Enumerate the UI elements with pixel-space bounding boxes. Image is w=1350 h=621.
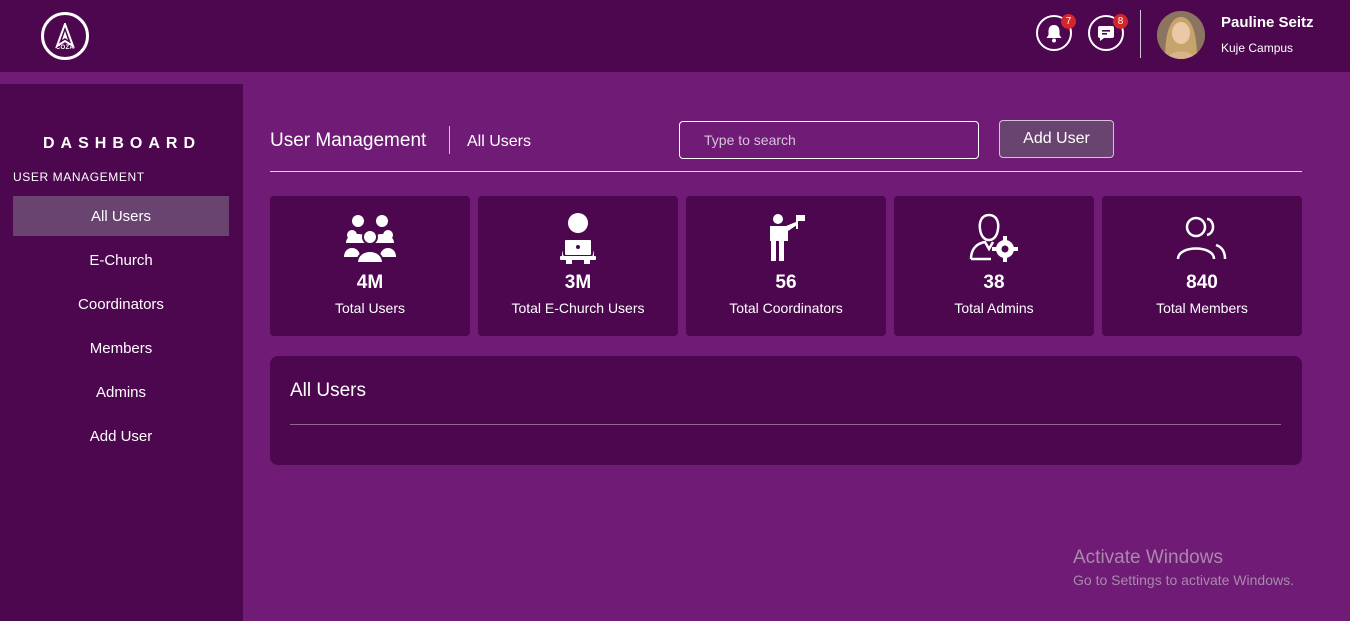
notifications-badge: 7 xyxy=(1061,14,1076,29)
page-subtitle: All Users xyxy=(467,133,532,150)
header-rule xyxy=(270,171,1302,172)
stat-value: 56 xyxy=(775,272,797,293)
title-divider xyxy=(449,126,450,154)
stat-card-total-admins[interactable]: 38 Total Admins xyxy=(894,196,1094,336)
sidebar-section-label: USER MANAGEMENT xyxy=(13,170,145,184)
sidebar-item-add-user[interactable]: Add User xyxy=(13,416,229,456)
stat-card-total-e-church-users[interactable]: 3M Total E-Church Users xyxy=(478,196,678,336)
stats-cards: 4M Total Users 3M Total E-Church Users 5… xyxy=(270,196,1302,336)
stat-label: Total Members xyxy=(1156,300,1248,316)
activate-windows-subtitle: Go to Settings to activate Windows. xyxy=(1073,572,1294,588)
stat-card-total-coordinators[interactable]: 56 Total Coordinators xyxy=(686,196,886,336)
stat-label: Total E-Church Users xyxy=(511,300,645,316)
message-icon xyxy=(1098,26,1114,41)
person-flag-icon xyxy=(760,212,812,264)
add-user-button[interactable]: Add User xyxy=(999,120,1114,158)
header-divider xyxy=(1140,10,1141,58)
notifications-button[interactable]: 7 xyxy=(1036,14,1076,51)
laptop-user-icon xyxy=(552,212,604,264)
stat-label: Total Coordinators xyxy=(729,300,843,316)
activate-windows-title: Activate Windows xyxy=(1073,547,1223,568)
stat-card-total-members[interactable]: 840 Total Members xyxy=(1102,196,1302,336)
stat-label: Total Users xyxy=(334,300,406,316)
messages-button[interactable]: 8 xyxy=(1088,14,1128,51)
stat-value: 3M xyxy=(564,272,592,293)
sidebar-item-admins[interactable]: Admins xyxy=(13,372,229,412)
users-group-icon xyxy=(344,212,396,264)
bell-icon xyxy=(1046,25,1062,43)
sidebar-title: DASHBOARD xyxy=(43,135,201,152)
sidebar-item-all-users[interactable]: All Users xyxy=(13,196,229,236)
user-avatar[interactable] xyxy=(1157,11,1205,59)
stat-label: Total Admins xyxy=(954,300,1034,316)
user-campus: Kuje Campus xyxy=(1221,41,1294,55)
stat-card-total-users[interactable]: 4M Total Users xyxy=(270,196,470,336)
sidebar-item-coordinators[interactable]: Coordinators xyxy=(13,284,229,324)
avatar-image xyxy=(1157,11,1205,59)
users-outline-icon xyxy=(1176,212,1228,264)
panel-title: All Users xyxy=(290,380,367,401)
page-title: User Management xyxy=(270,130,427,151)
logo-text: COZA xyxy=(55,45,75,51)
coza-logo[interactable]: COZA xyxy=(41,12,89,60)
all-users-panel: All Users xyxy=(270,356,1302,465)
top-bar: COZA 7 8 Pauline Seitz Kuje Campus xyxy=(0,0,1350,72)
messages-badge: 8 xyxy=(1113,14,1128,29)
sidebar: DASHBOARD USER MANAGEMENT All Users E-Ch… xyxy=(0,84,243,621)
stat-value: 38 xyxy=(983,272,1005,293)
stat-value: 840 xyxy=(1186,272,1218,293)
user-gear-icon xyxy=(968,212,1020,264)
stat-value: 4M xyxy=(356,272,384,293)
sidebar-menu: All Users E-Church Coordinators Members … xyxy=(13,196,229,460)
search-input[interactable] xyxy=(679,121,979,159)
panel-divider xyxy=(290,424,1281,425)
sidebar-item-e-church[interactable]: E-Church xyxy=(13,240,229,280)
user-name[interactable]: Pauline Seitz xyxy=(1221,14,1314,31)
sidebar-item-members[interactable]: Members xyxy=(13,328,229,368)
